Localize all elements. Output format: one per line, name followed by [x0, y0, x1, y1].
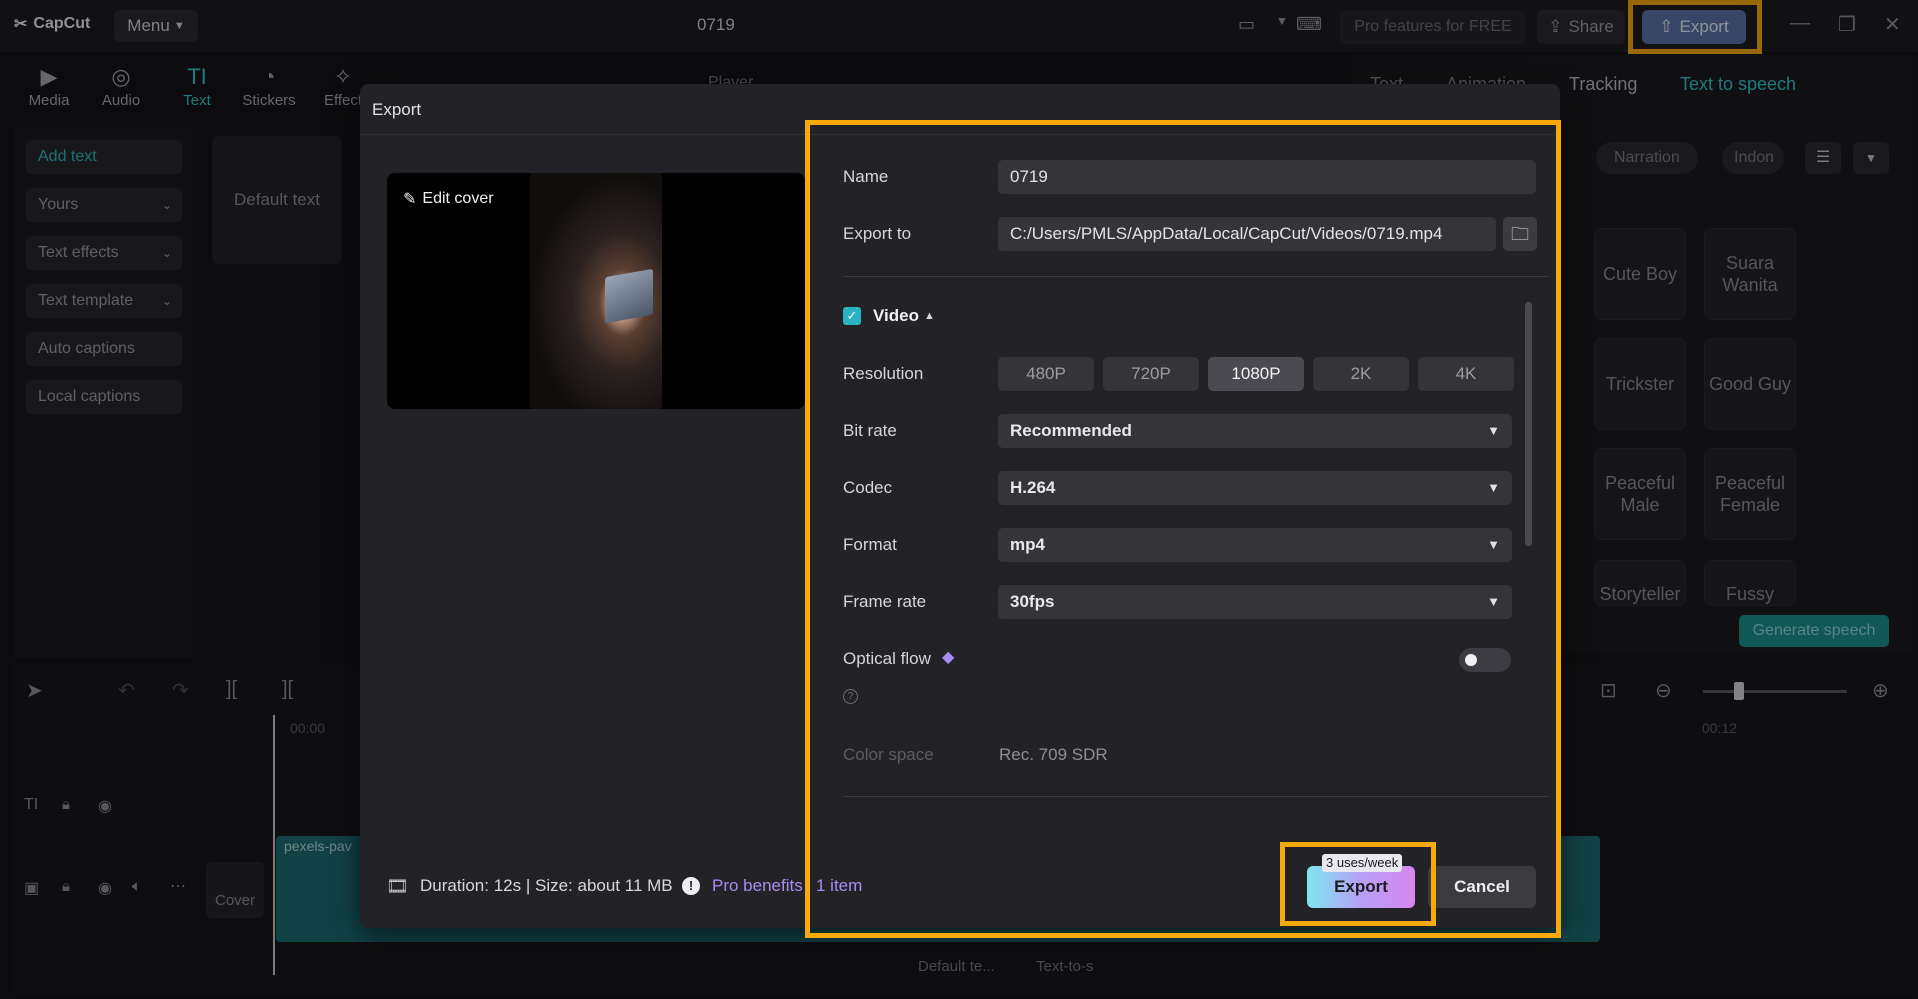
color-space-value: Rec. 709 SDR [999, 745, 1108, 764]
resolution-720p[interactable]: 720P [1103, 357, 1199, 391]
export-button[interactable]: Export [1307, 866, 1415, 908]
resolution-1080p[interactable]: 1080P [1208, 357, 1304, 391]
name-label: Name [843, 167, 889, 186]
video-section-label: Video [873, 306, 919, 325]
collapse-up-icon[interactable]: ▲ [924, 310, 935, 322]
folder-icon[interactable]: 🗀︎ [1503, 217, 1537, 251]
uses-badge: 3 uses/week [1322, 854, 1403, 872]
framerate-select[interactable]: 30fps ▼ [998, 585, 1512, 619]
optical-flow-label: Optical flow [843, 649, 931, 668]
export-path-input[interactable]: C:/Users/PMLS/AppData/Local/CapCut/Video… [998, 217, 1496, 251]
edit-cover-button[interactable]: ✎ Edit cover [403, 189, 494, 209]
codec-select[interactable]: H.264 ▼ [998, 471, 1512, 505]
cancel-button[interactable]: Cancel [1428, 866, 1536, 908]
chevron-down-icon: ▼ [1487, 537, 1500, 552]
divider [843, 276, 1549, 277]
divider [360, 134, 1560, 135]
film-icon: 🎞︎ [386, 876, 409, 896]
chevron-down-icon: ▼ [1487, 480, 1500, 495]
capcut-app: ✂ CapCut Menu ▼ 0719 ▭ ▼ ⌨ Pro features fo… [0, 0, 1918, 999]
export-dialog: Export ✎ Edit cover [360, 84, 1560, 928]
chevron-down-icon: ▼ [1487, 423, 1500, 438]
name-input[interactable]: 0719 [998, 160, 1536, 194]
pro-benefits-link[interactable]: Pro benefits [712, 876, 803, 896]
bitrate-select[interactable]: Recommended ▼ [998, 414, 1512, 448]
format-label: Format [843, 535, 897, 554]
laptop-graphic [605, 268, 653, 324]
resolution-2k[interactable]: 2K [1313, 357, 1409, 391]
duration-size-info: Duration: 12s | Size: about 11 MB [420, 876, 673, 895]
chevron-down-icon: ▼ [1487, 594, 1500, 609]
resolution-480p[interactable]: 480P [998, 357, 1094, 391]
optical-flow-toggle[interactable] [1459, 648, 1511, 672]
dialog-title: Export [372, 100, 422, 119]
format-select[interactable]: mp4 ▼ [998, 528, 1512, 562]
toggle-knob [1465, 654, 1477, 666]
resolution-label: Resolution [843, 364, 924, 383]
bitrate-label: Bit rate [843, 421, 897, 440]
form-scrollbar[interactable] [1525, 302, 1532, 546]
pro-items-count[interactable]: 1 item [816, 876, 862, 896]
codec-label: Codec [843, 478, 893, 497]
resolution-4k[interactable]: 4K [1418, 357, 1514, 391]
divider [843, 796, 1549, 797]
warning-icon: ! [682, 877, 700, 895]
color-space-label: Color space [843, 745, 934, 764]
pencil-icon: ✎ [403, 191, 417, 208]
help-icon[interactable]: ? [843, 689, 858, 704]
framerate-label: Frame rate [843, 592, 927, 611]
pro-diamond-icon: ◆ [942, 649, 955, 666]
export-to-label: Export to [843, 224, 912, 243]
video-checkbox[interactable]: ✓ [843, 307, 861, 325]
cover-preview[interactable]: ✎ Edit cover [387, 173, 805, 409]
